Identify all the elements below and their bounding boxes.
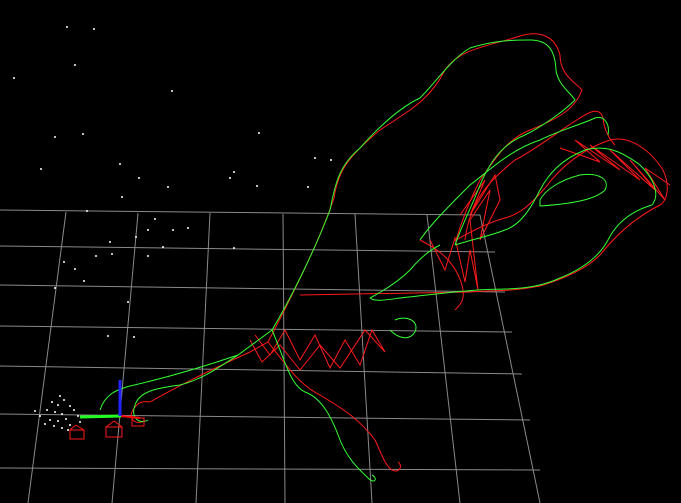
landmark-point [44, 423, 46, 425]
landmark-point [13, 77, 15, 79]
landmark-point [69, 424, 71, 426]
grid-line [354, 213, 373, 503]
camera-frustum-edge [75, 424, 85, 431]
landmark-point [171, 90, 173, 92]
landmark-point [54, 136, 56, 138]
trajectory-path [539, 173, 607, 207]
landmark-point [79, 421, 81, 423]
grid-line [111, 212, 139, 503]
landmark-point [119, 163, 121, 165]
landmark-point [65, 418, 67, 420]
landmark-point [74, 64, 76, 66]
landmark-point [256, 185, 258, 187]
grid-line [27, 211, 67, 503]
landmark-point [61, 427, 63, 429]
camera-frustum-edge [105, 420, 115, 428]
trajectory-path [419, 116, 609, 241]
landmark-point [147, 229, 149, 231]
trajectory-path [369, 204, 653, 301]
landmark-point [69, 405, 71, 407]
landmark-point [127, 301, 129, 303]
landmark-point [54, 411, 56, 413]
grid-line [0, 284, 506, 293]
grid-line [426, 214, 461, 503]
trajectory-path [133, 354, 239, 423]
landmark-point [63, 399, 65, 401]
landmark-point [49, 419, 51, 421]
landmark-point [138, 177, 140, 179]
landmark-point [330, 159, 332, 161]
landmark-point [154, 218, 156, 220]
landmark-point [53, 425, 55, 427]
trajectory-jitter [559, 139, 671, 201]
grid-line [195, 212, 211, 503]
grid-line [479, 214, 541, 503]
camera-frustum-edge [113, 420, 123, 428]
landmark-point [314, 157, 316, 159]
landmark-point [307, 186, 309, 188]
landmark-point [63, 261, 65, 263]
landmark-point [187, 227, 189, 229]
landmark-point [107, 335, 109, 337]
camera-frustums [69, 417, 145, 440]
axis-x [120, 415, 141, 419]
landmark-point [83, 280, 85, 282]
grid-line [0, 467, 541, 471]
3d-scene[interactable] [0, 0, 681, 503]
landmark-point [59, 395, 61, 397]
landmark-point [258, 132, 260, 134]
landmark-point [82, 133, 84, 135]
landmark-point [233, 171, 235, 173]
grid-line [0, 209, 481, 216]
landmark-point [77, 415, 79, 417]
landmark-point [95, 255, 97, 257]
landmark-point [54, 287, 56, 289]
landmark-point [93, 28, 95, 30]
grid-line [0, 245, 496, 253]
camera-frustum-icon [105, 426, 123, 438]
trajectory-path [271, 329, 376, 482]
3d-viewer-canvas[interactable] [0, 0, 681, 503]
landmark-point [121, 196, 123, 198]
landmark-point [86, 210, 88, 212]
landmark-point [46, 409, 48, 411]
landmark-point [111, 253, 113, 255]
camera-frustum-icon [69, 429, 85, 440]
landmark-point [74, 268, 76, 270]
trajectory-path [419, 239, 464, 311]
grid-line [0, 365, 523, 375]
trajectory-jitter [429, 173, 501, 291]
landmark-point [73, 409, 75, 411]
landmark-point [67, 429, 69, 431]
landmark-point [229, 177, 231, 179]
trajectory-path [464, 110, 616, 241]
landmark-point [147, 255, 149, 257]
landmark-point [162, 246, 164, 248]
trajectory-jitter [249, 328, 386, 371]
grid-line [0, 325, 513, 333]
landmark-point [34, 410, 36, 412]
landmark-point [167, 186, 169, 188]
landmark-point [133, 336, 135, 338]
landmark-point [39, 415, 41, 417]
landmark-point [109, 241, 111, 243]
trajectory-estimate [130, 33, 671, 472]
landmark-point [57, 420, 59, 422]
trajectory-path [389, 317, 417, 339]
landmark-point [40, 168, 42, 170]
landmark-point [172, 229, 174, 231]
landmark-point [233, 247, 235, 249]
camera-frustum-edge [69, 424, 77, 431]
landmark-point [57, 404, 59, 406]
axis-y [79, 414, 122, 419]
landmark-point [66, 26, 68, 28]
landmark-point [135, 236, 137, 238]
landmark-point [51, 401, 53, 403]
landmark-point [61, 413, 63, 415]
